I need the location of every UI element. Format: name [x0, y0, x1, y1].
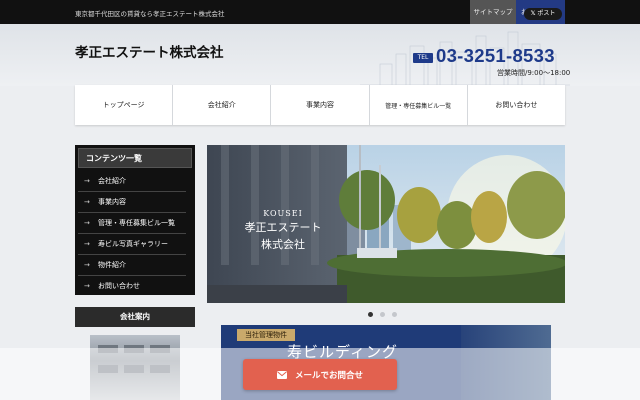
tel-badge: TEL — [413, 53, 433, 63]
banner-tag: 当社管理物件 — [237, 329, 295, 341]
slide-caption-line1: 孝正エステート — [244, 221, 322, 234]
sitemap-link[interactable]: サイトマップ — [470, 0, 516, 24]
slider-dot[interactable] — [368, 312, 373, 317]
nav-item-top[interactable]: トップページ — [75, 85, 174, 125]
sidebar-item-label: お問い合わせ — [98, 282, 140, 290]
sidebar-item-label: 管理・専任募集ビル一覧 — [98, 219, 175, 227]
company-info-heading: 会社案内 — [75, 307, 195, 327]
x-logo-icon: 𝕏 — [530, 10, 536, 17]
nav-item-contact[interactable]: お問い合わせ — [468, 85, 565, 125]
nav-item-buildings[interactable]: 管理・専任募集ビル一覧 — [370, 85, 468, 125]
slider-pagination — [368, 312, 397, 317]
arrow-right-icon: → — [84, 177, 90, 185]
hero-slider[interactable]: KOUSEI 孝正エステート 株式会社 — [207, 145, 565, 303]
mail-contact-button[interactable]: メールでお問合せ — [243, 359, 397, 390]
sidebar-item-business[interactable]: → 事業内容 — [78, 192, 186, 213]
slide-caption-en: KOUSEI — [263, 209, 303, 218]
nav-item-company[interactable]: 会社紹介 — [173, 85, 272, 125]
arrow-right-icon: → — [84, 198, 90, 206]
sidebar-item-properties[interactable]: → 物件紹介 — [78, 255, 186, 276]
slider-dot[interactable] — [392, 312, 397, 317]
arrow-right-icon: → — [84, 261, 90, 269]
slide-caption: KOUSEI 孝正エステート 株式会社 — [227, 209, 339, 252]
sidebar-item-buildings[interactable]: → 管理・専任募集ビル一覧 — [78, 213, 186, 234]
arrow-right-icon: → — [84, 282, 90, 290]
arrow-right-icon: → — [84, 219, 90, 227]
site-tagline: 東京都千代田区の賃貸なら孝正エステート株式会社 — [75, 10, 225, 18]
sidebar-item-label: 物件紹介 — [98, 261, 126, 269]
sidebar-list: → 会社紹介 → 事業内容 → 管理・専任募集ビル一覧 → 寿ビル写真ギャラリー → 物件… — [78, 171, 192, 297]
sidebar-item-label: 寿ビル写真ギャラリー — [98, 240, 168, 248]
post-button-label: ポスト — [537, 10, 556, 17]
sidebar-item-label: 会社紹介 — [98, 177, 126, 185]
sidebar-item-contact[interactable]: → お問い合わせ — [78, 276, 186, 297]
slider-dot[interactable] — [380, 312, 385, 317]
slide-caption-line2: 株式会社 — [261, 238, 305, 251]
sidebar-item-gallery[interactable]: → 寿ビル写真ギャラリー — [78, 234, 186, 255]
nav-item-business[interactable]: 事業内容 — [271, 85, 370, 125]
x-post-button[interactable]: 𝕏 ポスト — [524, 8, 562, 20]
phone-number[interactable]: 03-3251-8533 — [436, 45, 555, 67]
sidebar-item-label: 事業内容 — [98, 198, 126, 206]
business-hours: 営業時間/9:00～18:00 — [497, 69, 571, 77]
global-nav: トップページ 会社紹介 事業内容 管理・専任募集ビル一覧 お問い合わせ — [75, 85, 565, 125]
sidebar-item-company[interactable]: → 会社紹介 — [78, 171, 186, 192]
envelope-icon — [276, 370, 287, 379]
arrow-right-icon: → — [84, 240, 90, 248]
mail-button-label: メールでお問合せ — [294, 370, 363, 381]
sidebar-contents: コンテンツ一覧 → 会社紹介 → 事業内容 → 管理・専任募集ビル一覧 → 寿ビル写真ギ… — [75, 145, 195, 295]
sidebar-title: コンテンツ一覧 — [78, 148, 192, 168]
company-logo-text[interactable]: 孝正エステート株式会社 — [75, 41, 224, 61]
